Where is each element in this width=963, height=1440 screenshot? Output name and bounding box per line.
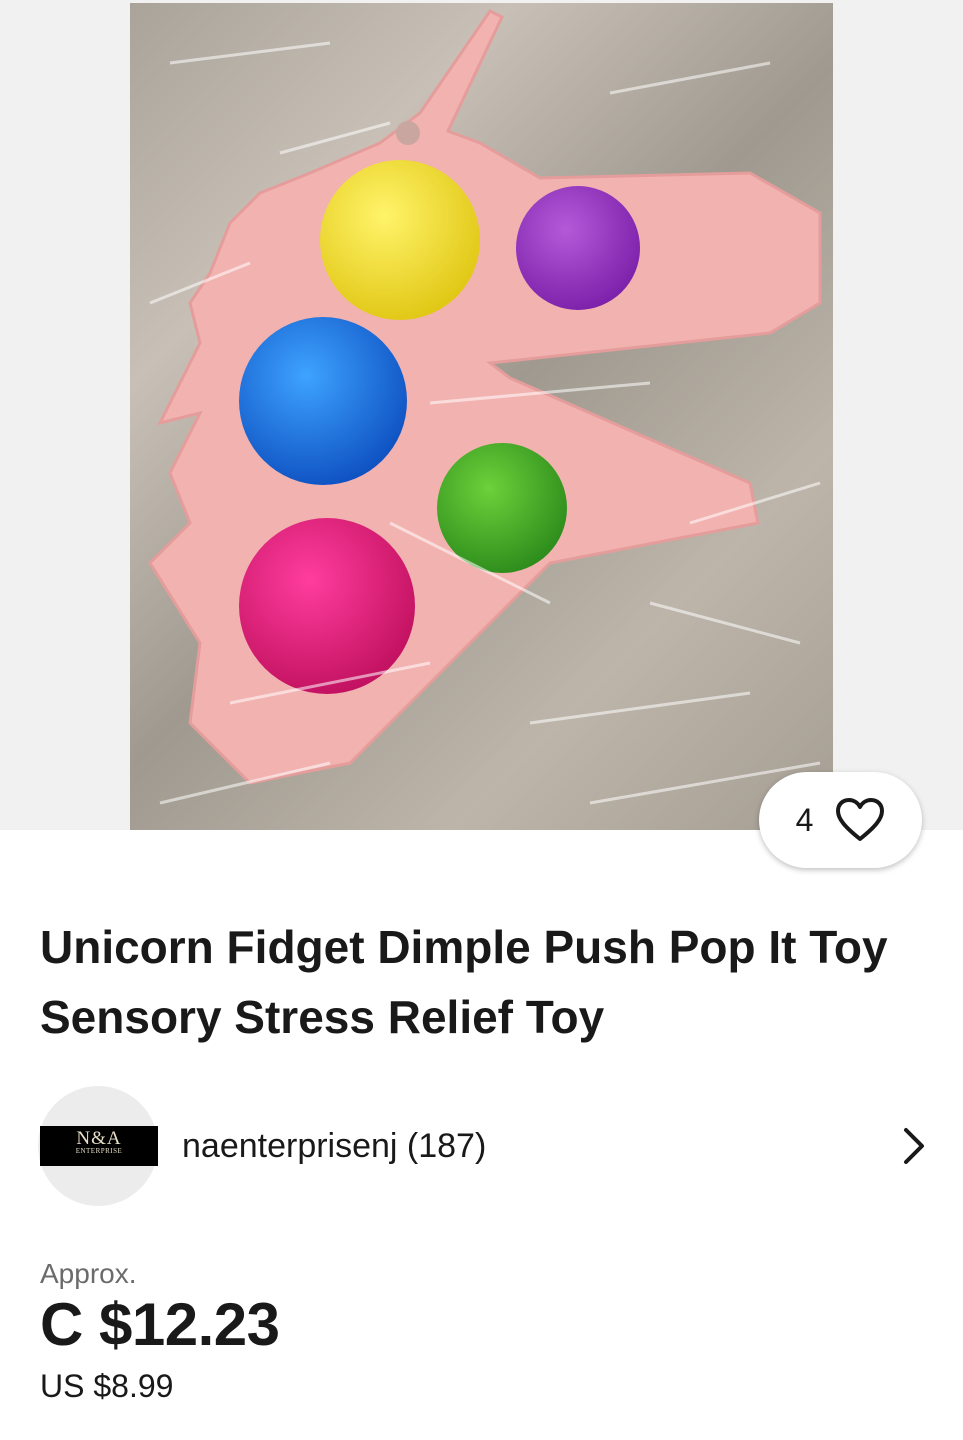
watch-button[interactable]: 4 [759, 772, 922, 868]
chevron-right-icon[interactable] [900, 1126, 928, 1166]
listing-title: Unicorn Fidget Dimple Push Pop It Toy Se… [40, 921, 888, 1043]
seller-name[interactable]: naenterprisenj (187) [182, 1127, 900, 1166]
seller-avatar: N&A ENTERPRISE [38, 1086, 158, 1206]
image-gallery[interactable]: 4 [0, 0, 963, 868]
seller-logo: N&A ENTERPRISE [40, 1126, 158, 1166]
heart-icon [835, 797, 885, 843]
seller-row[interactable]: N&A ENTERPRISE naenterprisenj (187) [38, 1086, 928, 1206]
watch-count: 4 [795, 801, 814, 838]
price-converted: C $12.23 [40, 1291, 280, 1358]
approx-label: Approx. [40, 1258, 137, 1289]
price-original: US $8.99 [40, 1368, 174, 1404]
listing-page: 4 Unicorn Fidget Dimple Push Pop It Toy … [0, 0, 963, 1440]
product-photo[interactable] [130, 3, 833, 830]
